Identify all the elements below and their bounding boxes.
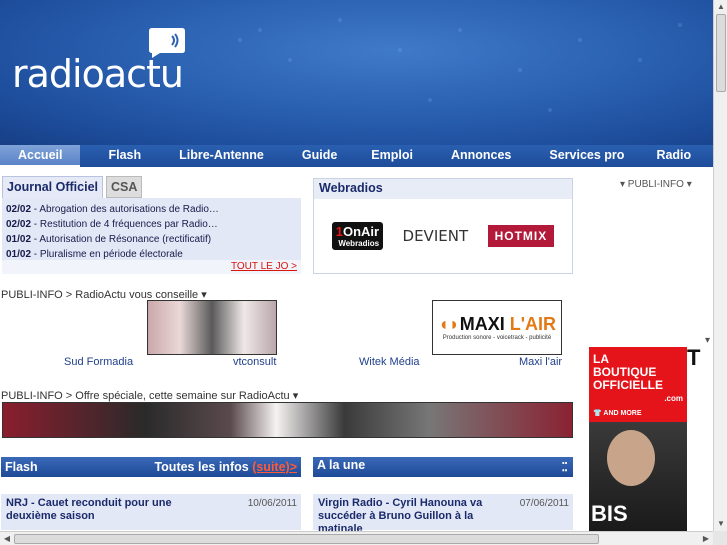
- a-la-une-title: A la une: [317, 458, 366, 472]
- sud-formadia-link[interactable]: Sud Formadia: [64, 356, 133, 368]
- page-viewport: radioactu Accueil Flash Libre-Antenne Gu…: [0, 0, 713, 531]
- list-item[interactable]: 02/02 - Restitution de 4 fréquences par …: [6, 217, 297, 232]
- horizontal-scroll-thumb[interactable]: [14, 534, 599, 544]
- tab-csa[interactable]: CSA: [106, 176, 143, 198]
- vtconsult-banner[interactable]: [147, 300, 277, 355]
- horizontal-scrollbar[interactable]: ◀ ▶: [0, 531, 713, 545]
- vertical-scrollbar[interactable]: ▲ ▼: [713, 0, 727, 531]
- flash-news-item[interactable]: NRJ - Cauet reconduit pour une deuxième …: [1, 494, 301, 530]
- webradios-logos: 1OnAir Webradios DEVIENT HOTMIX: [314, 199, 572, 273]
- scroll-right-icon[interactable]: ▶: [699, 532, 713, 545]
- scrollbar-corner: [713, 531, 727, 545]
- webradios-title: Webradios: [314, 179, 572, 199]
- maxi-lair-banner[interactable]: ◖◗MAXI L'AIR Production sonore - voicetr…: [432, 300, 562, 355]
- headphones-icon: ◖◗: [437, 314, 460, 334]
- scroll-up-icon[interactable]: ▲: [714, 0, 727, 14]
- main-nav: Accueil Flash Libre-Antenne Guide Emploi…: [0, 145, 713, 167]
- onair-webradios-logo[interactable]: 1OnAir Webradios: [331, 222, 384, 250]
- person-photo: [607, 430, 655, 486]
- tshirt-icon: 👕: [593, 410, 602, 417]
- scroll-left-icon[interactable]: ◀: [0, 532, 14, 545]
- flash-header: Flash Toutes les infos (suite)>: [1, 457, 301, 477]
- flash-suite-link[interactable]: (suite)>: [252, 460, 297, 474]
- scroll-down-icon[interactable]: ▼: [714, 517, 727, 531]
- maxi-lair-link[interactable]: Maxi l'air: [519, 356, 562, 368]
- publi-info-label[interactable]: ▾ PUBLI-INFO ▾: [620, 179, 692, 190]
- nav-item-radio[interactable]: Radio: [646, 145, 701, 167]
- world-map-pattern: [238, 18, 682, 112]
- witek-media-link[interactable]: Witek Média: [359, 356, 420, 368]
- list-item[interactable]: 01/02 - Pluralisme en période électorale: [6, 247, 297, 262]
- site-logo[interactable]: radioactu: [12, 52, 184, 96]
- grid-dots-icon[interactable]: ⁚⁚: [561, 460, 568, 474]
- bis-text: BIS: [591, 501, 628, 526]
- nav-item-emploi[interactable]: Emploi: [361, 145, 423, 167]
- vertical-scroll-thumb[interactable]: [716, 14, 726, 92]
- webradios-panel: Webradios 1OnAir Webradios DEVIENT HOTMIX: [313, 178, 573, 274]
- right-ad-strip[interactable]: T: [687, 347, 713, 531]
- nav-item-accueil[interactable]: Accueil: [0, 145, 81, 167]
- flash-title: Flash: [5, 460, 38, 474]
- tab-journal-officiel[interactable]: Journal Officiel: [2, 176, 103, 198]
- site-header: radioactu: [0, 0, 713, 145]
- toutes-les-infos-link[interactable]: Toutes les infos: [154, 460, 248, 474]
- jo-list: 02/02 - Abrogation des autorisations de …: [2, 198, 301, 260]
- devient-text: DEVIENT: [402, 227, 469, 245]
- hotmix-logo[interactable]: HOTMIX: [487, 225, 555, 247]
- offre-speciale-banner[interactable]: [2, 402, 573, 438]
- vtconsult-link[interactable]: vtconsult: [233, 356, 276, 368]
- offre-speciale-heading[interactable]: PUBLI-INFO > Offre spéciale, cette semai…: [1, 389, 298, 402]
- tout-le-jo-link[interactable]: TOUT LE JO >: [231, 261, 297, 272]
- nav-item-guide[interactable]: Guide: [292, 145, 347, 167]
- nav-item-annonces[interactable]: Annonces: [441, 145, 521, 167]
- list-item[interactable]: 01/02 - Autorisation de Résonance (recti…: [6, 232, 297, 247]
- boutique-officielle-ad[interactable]: LA BOUTIQUE OFFICIELLE .com 👕 AND MORE B…: [589, 347, 687, 531]
- nav-item-libre-antenne[interactable]: Libre-Antenne: [169, 145, 274, 167]
- journal-officiel-panel: Journal Officiel CSA 02/02 - Abrogation …: [2, 176, 301, 274]
- a-la-une-news-title[interactable]: Virgin Radio - Cyril Hanouna va succéder…: [318, 497, 498, 531]
- a-la-une-news-date: 07/06/2011: [519, 498, 569, 509]
- flash-news-date: 10/06/2011: [247, 498, 297, 509]
- flash-news-title[interactable]: NRJ - Cauet reconduit pour une deuxième …: [6, 497, 216, 523]
- nav-item-services-pro[interactable]: Services pro: [539, 145, 634, 167]
- nav-item-flash[interactable]: Flash: [98, 145, 151, 167]
- a-la-une-news-item[interactable]: Virgin Radio - Cyril Hanouna va succéder…: [313, 494, 573, 531]
- a-la-une-header: A la une ⁚⁚: [313, 457, 573, 477]
- list-item[interactable]: 02/02 - Abrogation des autorisations de …: [6, 202, 297, 217]
- jo-tabs: Journal Officiel CSA: [2, 176, 301, 198]
